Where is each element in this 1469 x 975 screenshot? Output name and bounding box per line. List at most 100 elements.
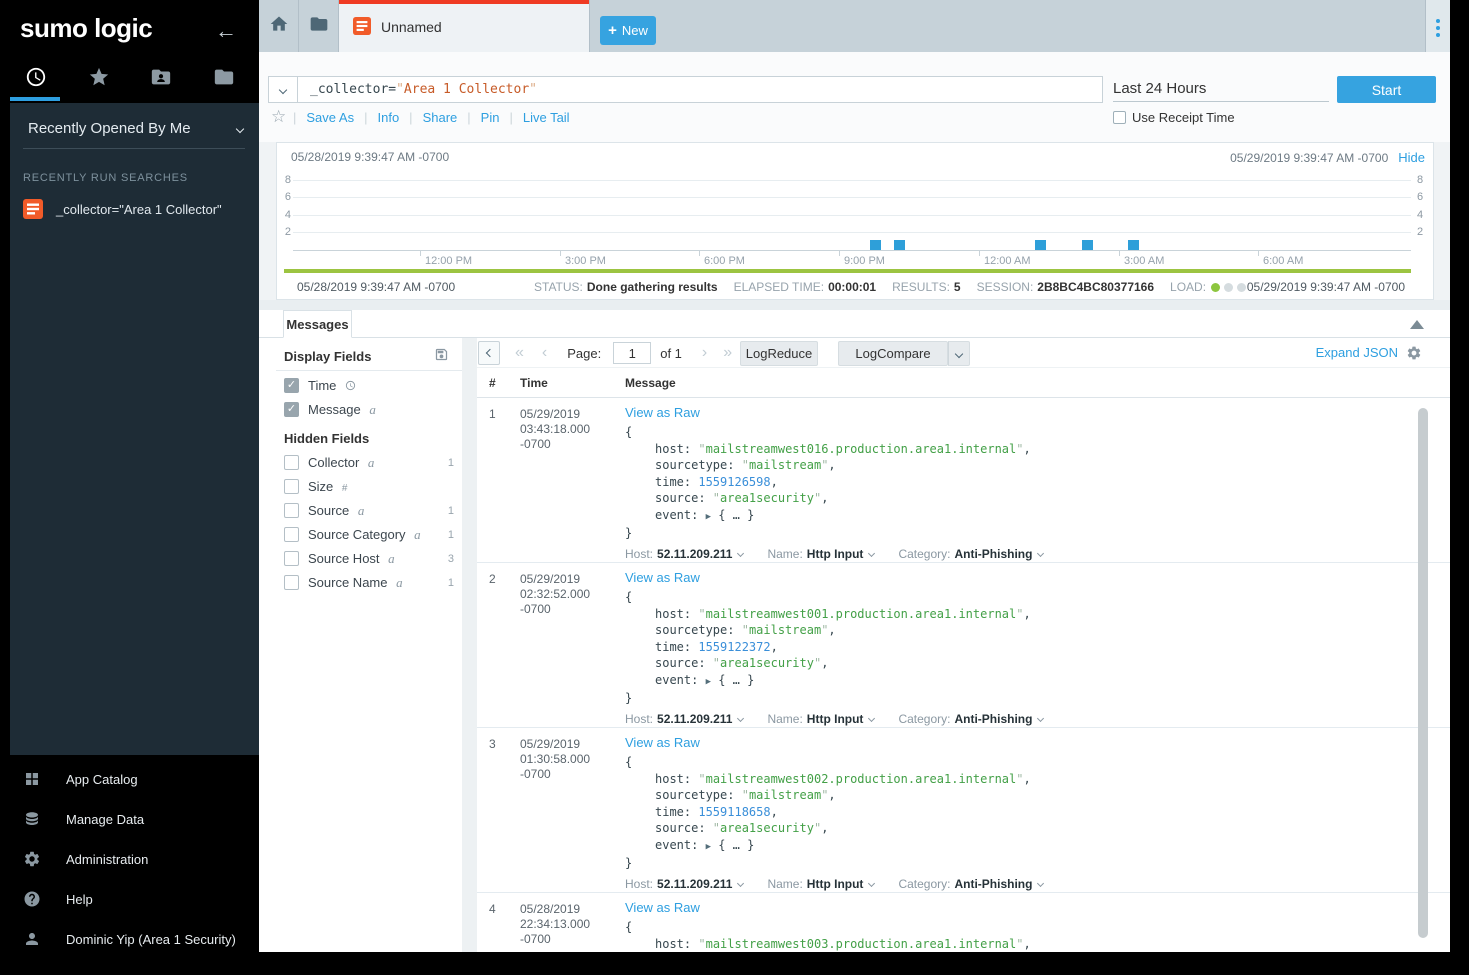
view-as-raw-link[interactable]: View as Raw [625,570,700,585]
messages-panel: Messages Display Fields ✓Time ✓Message a… [259,310,1450,952]
sidebar-nav-personal-library[interactable] [130,60,193,98]
meta-name[interactable]: Name:Http Input [767,547,874,561]
divider [23,148,245,149]
recent-search-item[interactable]: _collector="Area 1 Collector" [23,199,259,219]
histogram-bar[interactable] [894,240,905,250]
y-tick-label: 8 [1417,174,1429,186]
home-button[interactable] [259,0,299,52]
message-meta: Host:52.11.209.211 Name:Http Input Categor… [625,877,1446,891]
meta-name[interactable]: Name:Http Input [767,877,874,891]
view-as-raw-link[interactable]: View as Raw [625,900,700,915]
chevron-down-icon [955,349,963,357]
status-items: STATUS:Done gathering resultsELAPSED TIM… [534,280,1246,294]
x-tick-label: 6:00 PM [704,255,745,267]
sidebar-collapse-arrow[interactable]: ← [215,18,237,44]
y-tick-label: 6 [1417,191,1429,203]
tab-overflow-menu[interactable] [1425,0,1450,52]
search-query-input[interactable]: _collector="Area 1 Collector" [297,76,1103,103]
last-page-button[interactable]: » [723,344,732,362]
sidebar-item-label: Help [66,892,93,907]
field-count: 3 [448,553,454,565]
meta-category[interactable]: Category:Anti-Phishing [898,712,1043,726]
view-as-raw-link[interactable]: View as Raw [625,405,700,420]
message-row: 205/29/201902:32:52.000 -0700View as Raw… [477,563,1450,728]
sidebar-item-dominic-yip-area-1-security[interactable]: Dominic Yip (Area 1 Security) [23,919,236,959]
expand-json-link[interactable]: Expand JSON [1316,345,1398,360]
histogram-bar[interactable] [870,240,881,250]
histogram-bar[interactable] [1128,240,1139,250]
vertical-scrollbar[interactable] [1418,408,1428,938]
user-icon [23,930,41,948]
field-checkbox-unchecked[interactable] [284,503,299,518]
share-link[interactable]: Share [423,110,458,125]
info-link[interactable]: Info [377,110,399,125]
use-receipt-time-checkbox[interactable] [1113,111,1126,124]
logcompare-dropdown[interactable] [948,341,970,366]
time-range-selector[interactable]: Last 24 Hours [1113,77,1329,102]
sidebar-nav-favorites[interactable] [68,60,131,98]
results-area: « ‹ Page: of 1 › » LogReduce LogCompare … [477,338,1450,952]
sidebar-nav-shared-library[interactable] [193,60,256,98]
hide-histogram-link[interactable]: Hide [1398,150,1425,165]
meta-category[interactable]: Category:Anti-Phishing [898,877,1043,891]
library-mode-selector[interactable]: Recently Opened By Me [10,103,259,137]
new-tab-button[interactable]: + New [600,16,656,45]
query-history-dropdown[interactable] [268,76,298,103]
sidebar-item-manage-data[interactable]: Manage Data [23,799,236,839]
expand-triangle-icon[interactable]: ▶ [706,842,711,852]
status-end-time: 05/29/2019 9:39:47 AM -0700 [1247,280,1405,294]
string-type-icon: a [396,575,403,590]
meta-host[interactable]: Host:52.11.209.211 [625,877,743,891]
collapse-fields-button[interactable] [478,341,500,365]
prev-page-button[interactable]: ‹ [542,344,547,362]
field-checkbox-unchecked[interactable] [284,479,299,494]
save-as-link[interactable]: Save As [306,110,354,125]
message-meta: Host:52.11.209.211 Name:Http Input Categor… [625,547,1446,561]
collapse-panel-icon[interactable] [1410,320,1424,329]
meta-host[interactable]: Host:52.11.209.211 [625,712,743,726]
chevron-down-icon [279,85,287,93]
separator: | [293,110,296,125]
sidebar-nav-recent[interactable] [5,60,68,98]
view-as-raw-link[interactable]: View as Raw [625,735,700,750]
string-type-icon: a [358,503,365,518]
field-checkbox-unchecked[interactable] [284,575,299,590]
meta-category[interactable]: Category:Anti-Phishing [898,547,1043,561]
y-tick-label: 4 [1417,209,1429,221]
tab-unnamed[interactable]: Unnamed [339,0,590,52]
favorite-star-icon[interactable]: ☆ [271,107,286,127]
table-settings-gear-icon[interactable] [1406,345,1422,361]
first-page-button[interactable]: « [515,344,524,362]
library-button[interactable] [299,0,339,52]
field-count: 1 [448,457,454,469]
meta-host[interactable]: Host:52.11.209.211 [625,547,743,561]
start-button[interactable]: Start [1337,76,1436,103]
field-label: Time [308,378,356,394]
sidebar-item-help[interactable]: Help [23,879,236,919]
expand-triangle-icon[interactable]: ▶ [706,677,711,687]
clock-icon [25,66,47,93]
expand-triangle-icon[interactable]: ▶ [706,512,711,522]
pin-link[interactable]: Pin [481,110,500,125]
field-checkbox-unchecked[interactable] [284,455,299,470]
x-tick [699,251,700,256]
chevron-down-icon [1037,549,1044,556]
meta-name[interactable]: Name:Http Input [767,712,874,726]
field-checkbox-checked[interactable]: ✓ [284,378,299,393]
chevron-down-icon [1037,879,1044,886]
logreduce-button[interactable]: LogReduce [740,341,818,366]
page-number-input[interactable] [613,342,651,364]
field-checkbox-unchecked[interactable] [284,551,299,566]
logcompare-button[interactable]: LogCompare [838,341,948,366]
histogram-bar[interactable] [1082,240,1093,250]
histogram-bar[interactable] [1035,240,1046,250]
sidebar-item-administration[interactable]: Administration [23,839,236,879]
field-checkbox-checked[interactable]: ✓ [284,402,299,417]
field-label: Source Name a [308,575,403,591]
save-fields-icon[interactable] [434,347,449,365]
next-page-button[interactable]: › [702,344,707,362]
field-checkbox-unchecked[interactable] [284,527,299,542]
tab-messages[interactable]: Messages [283,310,352,338]
live-tail-link[interactable]: Live Tail [523,110,570,125]
sidebar-item-app-catalog[interactable]: App Catalog [23,759,236,799]
